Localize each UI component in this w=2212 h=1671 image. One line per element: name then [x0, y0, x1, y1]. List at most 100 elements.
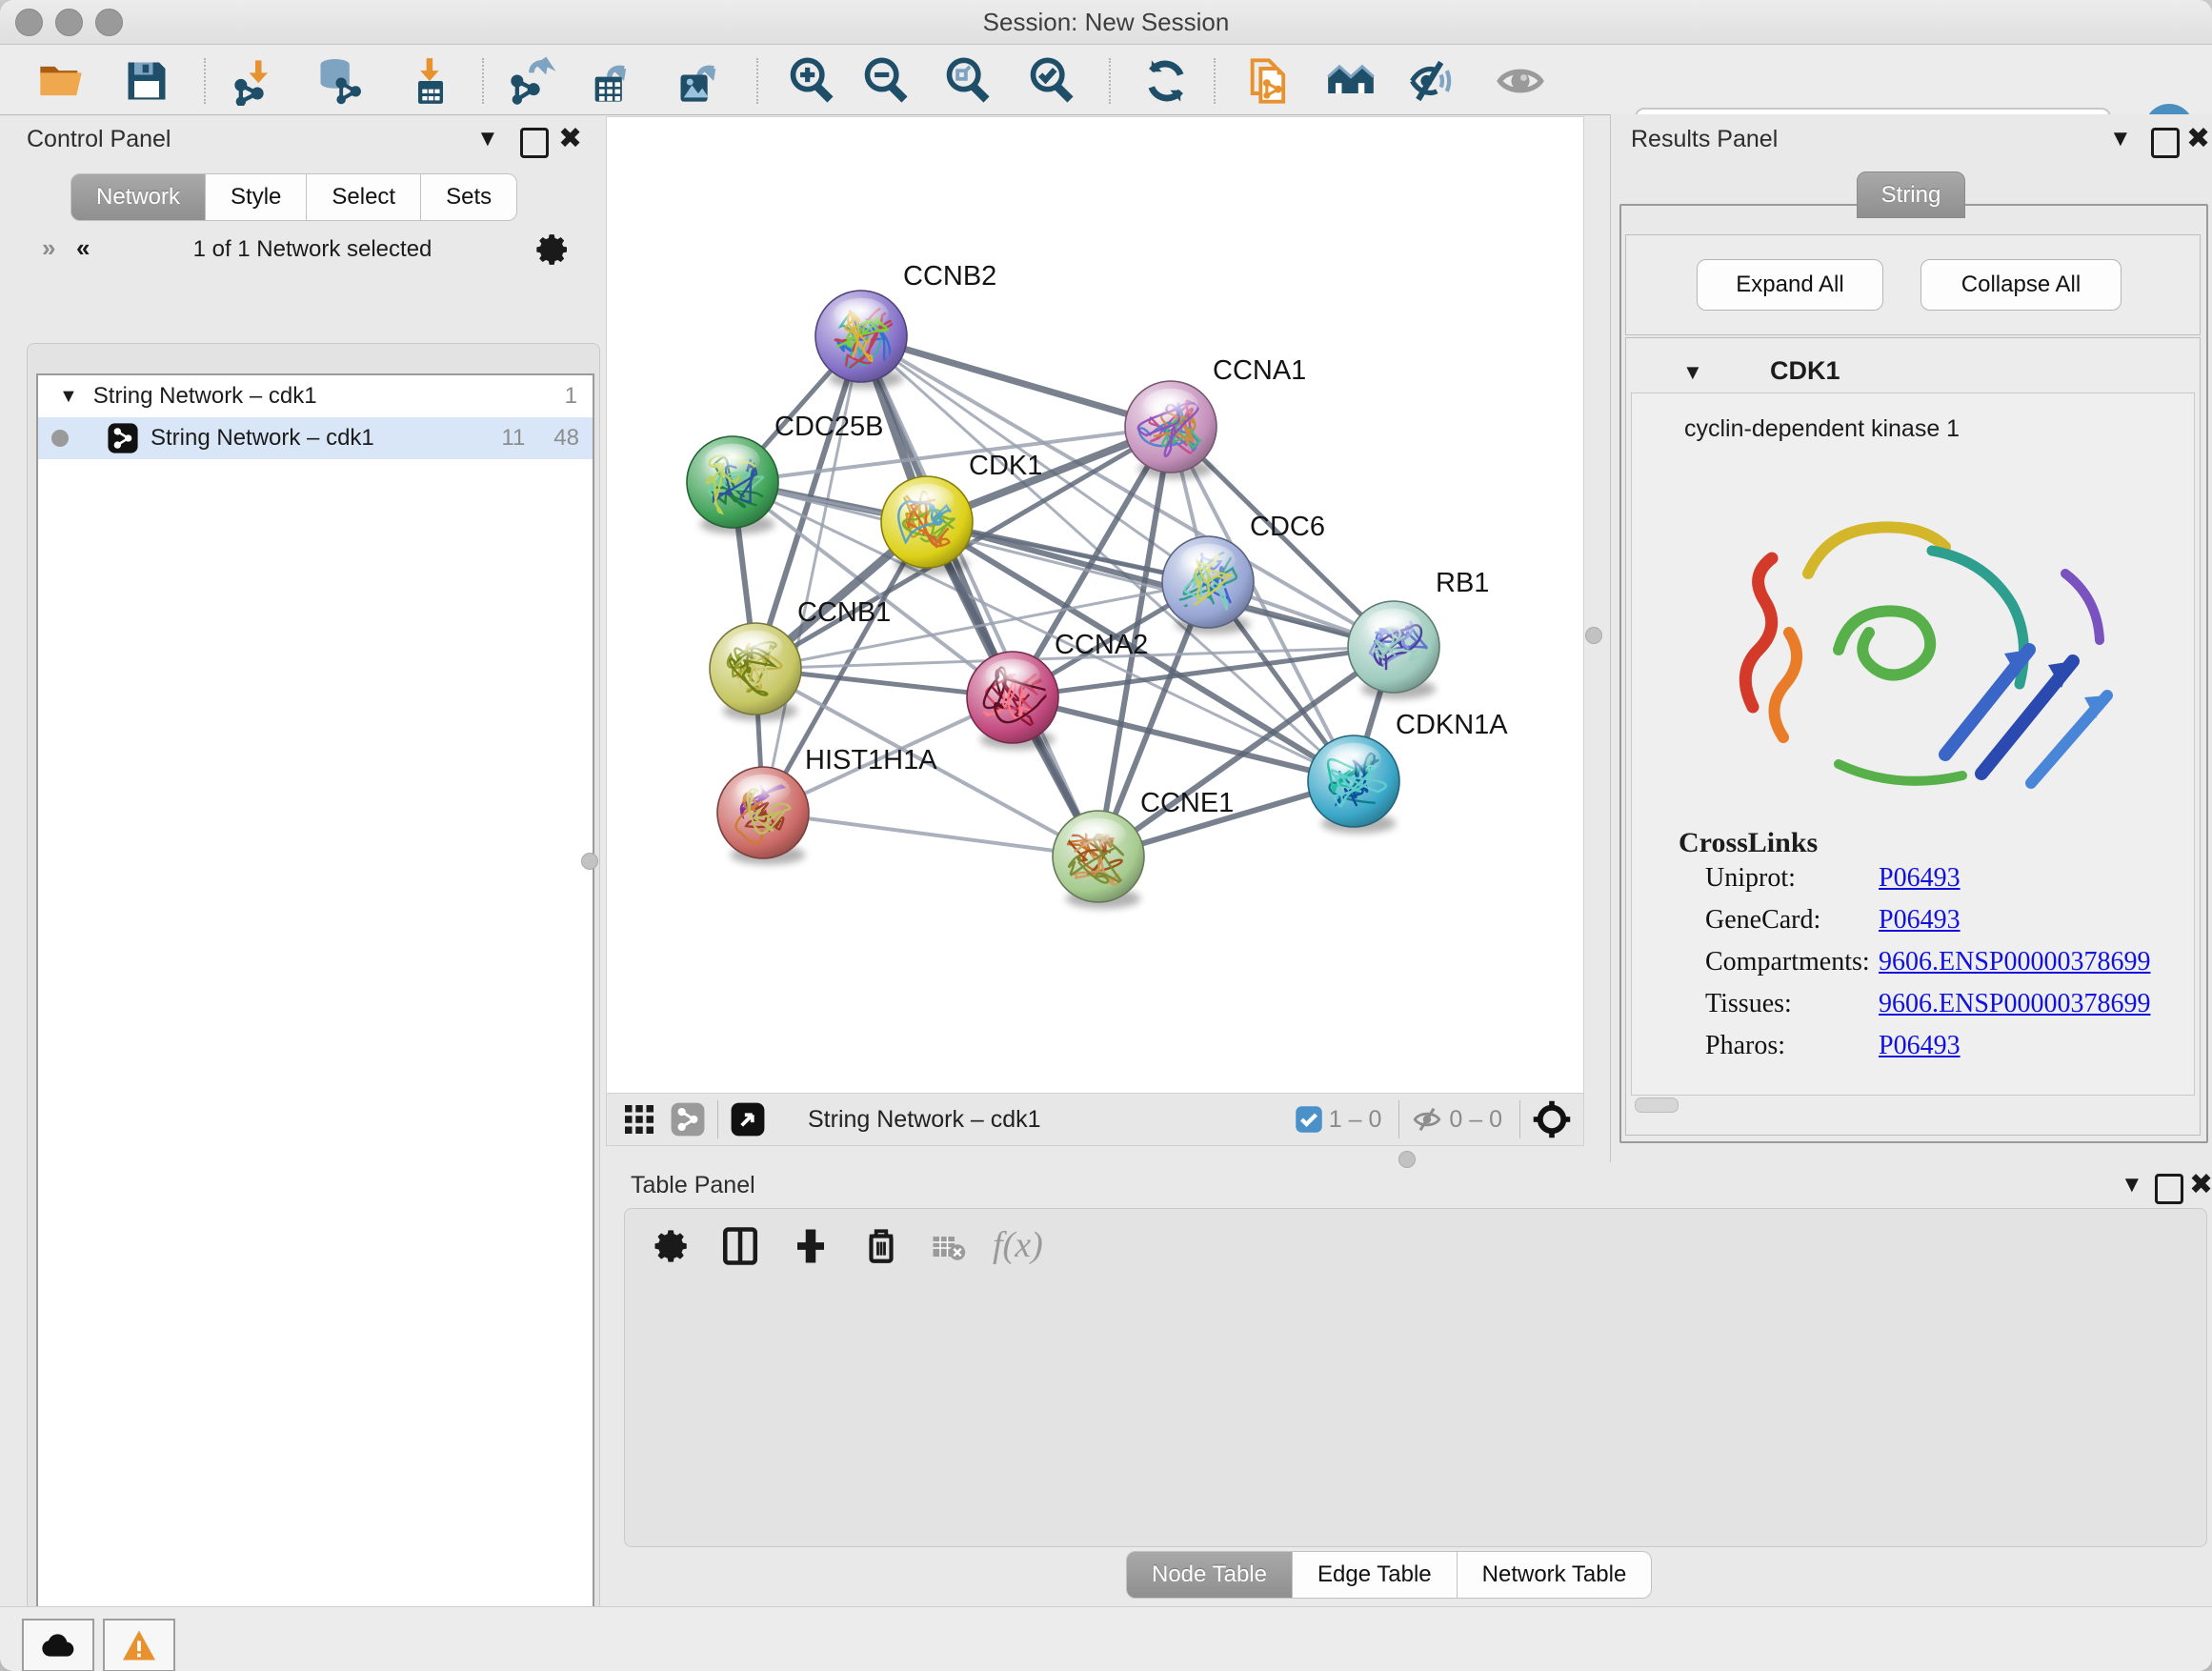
graph-node-CCNA1[interactable]: CCNA1 — [1125, 355, 1306, 479]
tab-network[interactable]: Network — [70, 173, 206, 221]
crosslink-link[interactable]: P06493 — [1879, 863, 1961, 901]
grid-view-icon[interactable] — [622, 1102, 656, 1137]
cloud-status-button[interactable] — [22, 1619, 94, 1671]
expand-all-networks-icon[interactable]: « — [76, 238, 90, 257]
show-all-button[interactable] — [1494, 54, 1547, 108]
export-network-icon — [507, 56, 556, 106]
graph-node-label: CCNB2 — [903, 261, 996, 292]
import-network-icon — [231, 56, 280, 106]
import-table-button[interactable] — [404, 54, 457, 108]
graph-node-CCNB1[interactable]: CCNB1 — [710, 597, 891, 721]
string-home-button[interactable] — [1324, 54, 1377, 108]
toolbar-separator — [204, 58, 206, 104]
import-network-file-button[interactable] — [229, 54, 282, 108]
show-columns-icon[interactable] — [720, 1226, 760, 1266]
current-network-title: String Network – cdk1 — [808, 1106, 1041, 1134]
results-panel-title: Results Panel — [1631, 126, 1778, 153]
tab-network-table[interactable]: Network Table — [1458, 1551, 1653, 1599]
network-selection-status: 1 of 1 Network selected — [131, 236, 493, 263]
network-node-count: 11 — [501, 425, 525, 452]
network-canvas[interactable]: CCNB2CCNA1CDC25BCDK1CDC6RB1CCNB1CCNA2CDK… — [606, 116, 1584, 1095]
expand-all-button[interactable]: Expand All — [1697, 259, 1883, 311]
main-toolbar: ? — [0, 45, 2212, 115]
network-row[interactable]: String Network – cdk1 11 48 — [38, 417, 593, 459]
network-view-icon[interactable] — [670, 1101, 706, 1137]
warnings-button[interactable] — [103, 1619, 175, 1671]
toolbar-separator — [756, 58, 758, 104]
refresh-button[interactable] — [1139, 54, 1193, 108]
results-panel-close-icon[interactable]: ✖ — [2186, 122, 2210, 155]
zoom-in-button[interactable] — [785, 54, 838, 108]
tab-style[interactable]: Style — [206, 173, 307, 221]
entry-collapse-icon[interactable]: ▼ — [1682, 360, 1703, 385]
table-settings-gear-icon[interactable] — [652, 1226, 692, 1266]
table-panel-undock-icon[interactable] — [2155, 1174, 2183, 1204]
graph-edge-CCNB2-CCNA1[interactable] — [861, 336, 1171, 427]
table-panel-float-icon[interactable]: ▼ — [2121, 1172, 2143, 1198]
tab-sets[interactable]: Sets — [421, 173, 517, 221]
network-options-gear-icon[interactable] — [533, 231, 572, 269]
zoom-fit-button[interactable] — [941, 54, 995, 108]
control-panel-close-icon[interactable]: ✖ — [558, 122, 582, 155]
collapse-all-button[interactable]: Collapse All — [1920, 259, 2122, 311]
database-icon — [314, 56, 364, 106]
import-network-database-button[interactable] — [312, 54, 366, 108]
crosslink-link[interactable]: 9606.ENSP00000378699 — [1879, 947, 2150, 985]
zoom-selected-button[interactable] — [1025, 54, 1078, 108]
clone-network-button[interactable] — [1242, 54, 1296, 108]
results-panel-undock-icon[interactable] — [2151, 128, 2180, 158]
window-title: Session: New Session — [0, 8, 2212, 37]
table-tabs: Node TableEdge TableNetwork Table — [1126, 1551, 1652, 1599]
control-panel-undock-icon[interactable] — [520, 128, 549, 158]
vertical-splitter-handle[interactable] — [581, 853, 598, 870]
export-image-button[interactable] — [673, 54, 726, 108]
vertical-splitter-handle[interactable] — [1585, 627, 1602, 644]
export-image-icon — [674, 56, 724, 106]
results-hscrollbar[interactable] — [1635, 1097, 1679, 1113]
collection-name: String Network – cdk1 — [93, 383, 317, 410]
fit-content-crosshair-icon[interactable] — [1532, 1099, 1572, 1139]
delete-column-trash-icon[interactable] — [861, 1226, 901, 1266]
crosslink-link[interactable]: 9606.ENSP00000378699 — [1879, 989, 2150, 1027]
selected-checkbox-icon[interactable] — [1295, 1105, 1323, 1134]
crosslink-link[interactable]: P06493 — [1879, 1031, 1961, 1069]
network-collection-row[interactable]: ▼ String Network – cdk1 1 — [38, 375, 593, 417]
cloud-icon — [39, 1631, 77, 1660]
open-folder-icon — [36, 56, 86, 106]
table-panel-title: Table Panel — [631, 1172, 755, 1199]
graph-node-CDKN1A[interactable]: CDKN1A — [1308, 710, 1508, 834]
title-bar: Session: New Session — [0, 0, 2212, 45]
table-panel-close-icon[interactable]: ✖ — [2189, 1168, 2212, 1201]
tab-select[interactable]: Select — [307, 173, 421, 221]
entry-gene-symbol: CDK1 — [1770, 356, 1840, 386]
save-session-button[interactable] — [120, 54, 173, 108]
results-panel-float-icon[interactable]: ▼ — [2109, 126, 2132, 152]
export-network-button[interactable] — [505, 54, 558, 108]
network-graph[interactable]: CCNB2CCNA1CDC25BCDK1CDC6RB1CCNB1CCNA2CDK… — [607, 117, 1581, 1092]
crosslink-link[interactable]: P06493 — [1879, 905, 1961, 943]
graph-edge-HIST1H1A-CCNE1[interactable] — [763, 813, 1098, 856]
graph-node-label: CCNA2 — [1055, 630, 1148, 660]
graph-node-CDC25B[interactable]: CDC25B — [687, 412, 883, 534]
save-icon — [122, 56, 171, 106]
birdseye-view-icon[interactable] — [730, 1101, 766, 1137]
hide-selected-button[interactable] — [1406, 54, 1459, 108]
crosslinks-title: CrossLinks — [1679, 827, 1818, 859]
tab-edge-table[interactable]: Edge Table — [1293, 1551, 1458, 1599]
tree-expand-icon[interactable]: ▼ — [59, 386, 78, 408]
collapse-all-networks-icon[interactable]: » — [42, 238, 55, 257]
graph-edge-CCNB2-HIST1H1A[interactable] — [763, 336, 861, 813]
open-session-button[interactable] — [34, 54, 88, 108]
graph-node-CCNE1[interactable]: CCNE1 — [1053, 788, 1234, 909]
add-column-icon[interactable] — [791, 1226, 831, 1266]
graph-node-label: CDKN1A — [1396, 710, 1508, 740]
export-table-button[interactable] — [585, 54, 638, 108]
zoom-out-button[interactable] — [859, 54, 913, 108]
graph-node-RB1[interactable]: RB1 — [1348, 568, 1489, 699]
graph-node-HIST1H1A[interactable]: HIST1H1A — [717, 745, 937, 865]
crosslink-label: Tissues: — [1705, 989, 1879, 1027]
results-tab-string[interactable]: String — [1857, 171, 1965, 218]
control-panel-float-icon[interactable]: ▼ — [476, 126, 499, 152]
tab-node-table[interactable]: Node Table — [1126, 1551, 1293, 1599]
graph-edge-CCNB2-CCNE1[interactable] — [861, 336, 1098, 856]
